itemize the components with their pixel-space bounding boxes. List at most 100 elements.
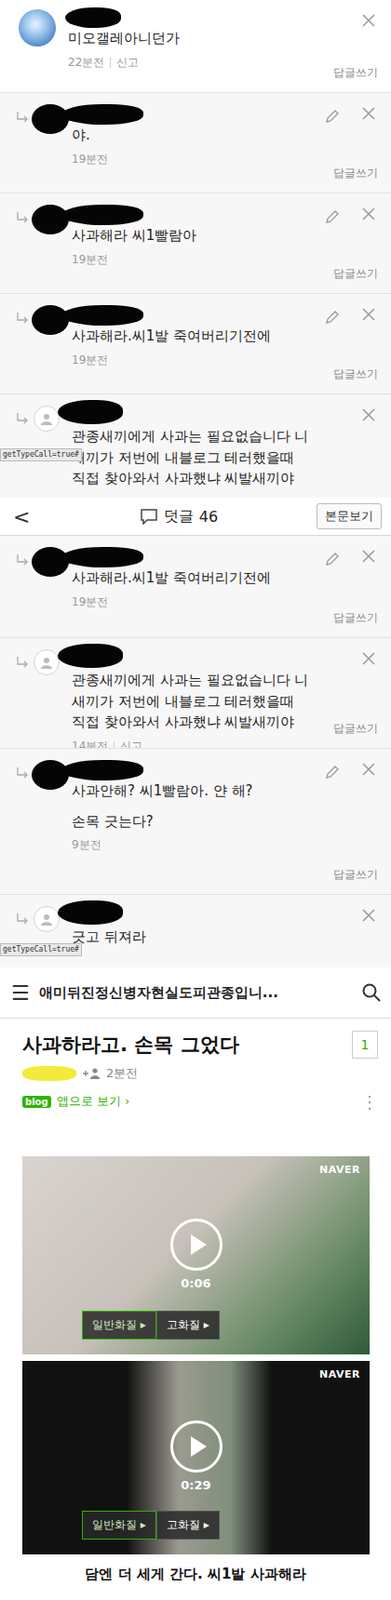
comment: 사과해라 씨1빨람아19분전답글쓰기 <box>0 193 391 295</box>
comment-text: 손목 긋는다? <box>71 811 311 834</box>
redacted-name <box>57 901 123 926</box>
redacted-name <box>61 760 144 782</box>
person-icon <box>40 913 54 927</box>
pencil-icon[interactable] <box>323 764 341 782</box>
comment: 관종새끼에게 사과는 필요없습니다 니 새끼가 저번에 내블로그 테러했을때 직… <box>0 394 391 499</box>
reply-arrow-icon <box>14 912 30 928</box>
default-avatar <box>33 906 60 933</box>
reply-arrow-icon <box>14 210 30 226</box>
comment-list: 미오갤레아니던가22분전신고답글쓰기야.19분전답글쓰기사과해라 씨1빨람아19… <box>0 0 391 499</box>
quality-buttons: 일반화질 ▸고화질 ▸ <box>81 1511 220 1541</box>
comment-text: 사과해라.씨1발 죽여버리기전에 <box>71 325 311 348</box>
close-icon[interactable] <box>361 13 377 28</box>
open-in-app-link[interactable]: 앱으로 보기 › <box>56 1093 356 1111</box>
video-brand: NAVER <box>319 1164 361 1177</box>
pencil-icon[interactable] <box>323 107 341 125</box>
url-tag: getTypeCall=true# <box>0 943 82 958</box>
comment-text: 관종새끼에게 사과는 필요없습니다 니 새끼가 저번에 내블로그 테러했을때 직… <box>71 670 311 734</box>
reply-arrow-icon <box>14 552 30 568</box>
spacer <box>0 1115 391 1158</box>
view-post-button[interactable]: 본문보기 <box>316 503 382 530</box>
play-button[interactable] <box>170 1421 223 1474</box>
comment-number: 46 <box>199 508 218 526</box>
search-icon[interactable] <box>361 983 382 1004</box>
play-button[interactable] <box>170 1219 223 1272</box>
redacted-name <box>61 204 144 226</box>
reply-arrow-icon <box>14 655 30 671</box>
comment-text: 미오갤레아니던가 <box>67 27 308 50</box>
reply-arrow-icon <box>14 766 30 782</box>
reply-button[interactable]: 답글쓰기 <box>333 266 378 283</box>
close-icon[interactable] <box>361 307 377 323</box>
post-caption: 담엔 더 세게 간다. 씨1발 사과해라 <box>0 1555 391 1585</box>
reply-button[interactable]: 답글쓰기 <box>333 366 378 383</box>
comment-bar: < 덧글 46 본문보기 <box>0 498 391 537</box>
author-row: 2분전 <box>0 1061 391 1084</box>
close-icon[interactable] <box>361 549 377 565</box>
reply-arrow-icon <box>14 411 30 427</box>
redacted-avatar <box>31 305 69 336</box>
reply-arrow-icon <box>14 310 30 326</box>
comment-time: 19분전 <box>71 352 108 369</box>
quality-button[interactable]: 일반화질 ▸ <box>81 1311 157 1341</box>
reply-button[interactable]: 답글쓰기 <box>333 165 378 182</box>
redacted-avatar <box>31 104 69 135</box>
post-time: 2분전 <box>106 1065 138 1083</box>
video-player[interactable]: NAVER0:06일반화질 ▸고화질 ▸ <box>22 1157 370 1356</box>
add-neighbor-icon[interactable] <box>81 1067 101 1081</box>
report-link[interactable]: 신고 <box>120 739 143 751</box>
redacted-name <box>57 400 123 425</box>
video-player[interactable]: NAVER0:29일반화질 ▸고화질 ▸ <box>22 1361 370 1556</box>
close-icon[interactable] <box>361 206 377 222</box>
play-icon <box>173 1424 220 1471</box>
reply-arrow-icon <box>14 109 30 125</box>
back-button[interactable]: < <box>13 505 41 529</box>
redacted-author <box>22 1066 77 1082</box>
comment-badge[interactable]: 1 <box>351 1031 378 1060</box>
app-row: blog 앱으로 보기 › ⋮ <box>0 1083 391 1116</box>
url-tag: getTypeCall=true# <box>0 448 82 462</box>
redacted-avatar <box>31 204 69 235</box>
blog-header: ☰애미뒤진정신병자현실도피관종입니... <box>0 968 391 1020</box>
report-link[interactable]: 신고 <box>116 54 139 71</box>
comment: 긋고 뒤져라getTypeCall=true# <box>0 895 391 969</box>
comment: 관종새끼에게 사과는 필요없습니다 니 새끼가 저번에 내블로그 테러했을때 직… <box>0 638 391 750</box>
close-icon[interactable] <box>361 762 377 778</box>
pencil-icon[interactable] <box>323 551 341 568</box>
quality-button[interactable]: 일반화질 ▸ <box>81 1511 157 1541</box>
default-avatar <box>33 649 60 676</box>
reply-button[interactable]: 답글쓰기 <box>333 721 378 738</box>
comment-time: 9분전 <box>71 837 102 854</box>
comment-meta: 9분전 <box>71 837 311 854</box>
redacted-name <box>61 305 144 326</box>
separator <box>113 741 115 751</box>
comment-text: 야. <box>71 124 311 147</box>
video-brand: NAVER <box>319 1369 361 1382</box>
close-icon[interactable] <box>361 106 377 122</box>
comment: 사과해라.씨1발 죽여버리기전에19분전답글쓰기 <box>0 536 391 639</box>
reply-button[interactable]: 답글쓰기 <box>333 867 378 884</box>
pencil-icon[interactable] <box>323 208 341 226</box>
reply-button[interactable]: 답글쓰기 <box>333 610 378 627</box>
reply-button[interactable]: 답글쓰기 <box>333 65 378 81</box>
comment-text: 긋고 뒤져라 <box>71 927 311 949</box>
pencil-icon[interactable] <box>323 309 341 326</box>
redacted-name <box>61 547 144 568</box>
menu-button[interactable]: ☰ <box>11 982 30 1006</box>
comment-meta: 22분전신고 <box>67 54 308 71</box>
person-icon <box>40 656 54 670</box>
comment-time: 19분전 <box>71 594 108 611</box>
avatar-image <box>18 9 56 47</box>
more-button[interactable]: ⋮ <box>361 1092 378 1113</box>
close-icon[interactable] <box>361 908 377 924</box>
comment-count: 덧글 46 <box>40 507 317 527</box>
redacted-name <box>65 7 122 28</box>
quality-button[interactable]: 고화질 ▸ <box>156 1511 220 1541</box>
comment: 미오갤레아니던가 22분전신고답글쓰기 <box>0 0 391 94</box>
close-icon[interactable] <box>361 651 377 667</box>
comment-label: 덧글 <box>163 507 194 527</box>
blog-logo: blog <box>22 1096 52 1109</box>
comment: 사과해라.씨1발 죽여버리기전에 19분전답글쓰기 <box>0 294 391 395</box>
quality-button[interactable]: 고화질 ▸ <box>156 1311 220 1341</box>
close-icon[interactable] <box>361 407 377 423</box>
